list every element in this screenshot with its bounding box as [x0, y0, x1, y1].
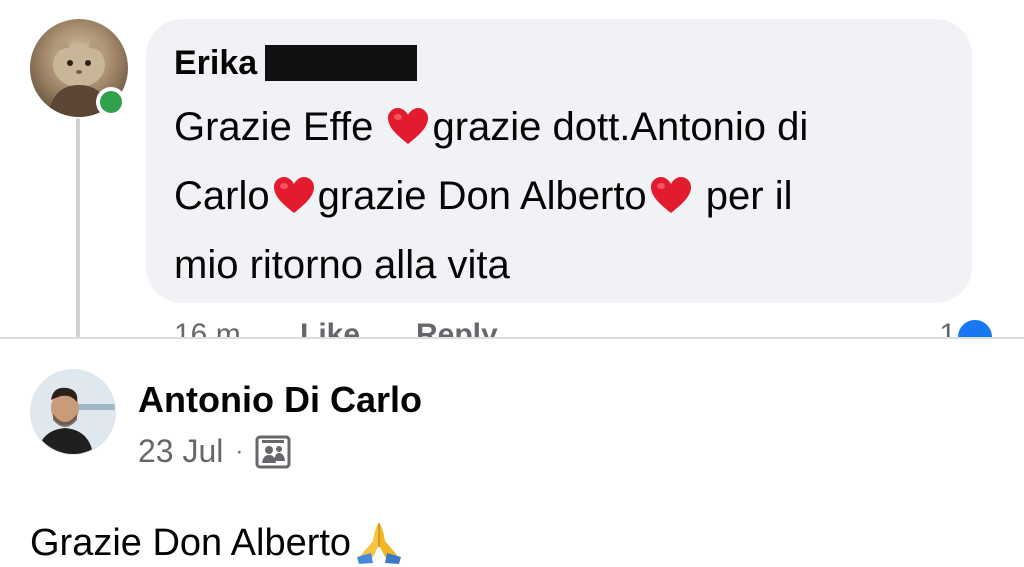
comment-text-segment: per il — [694, 174, 793, 218]
praying-hands-icon — [357, 523, 402, 564]
like-reaction-icon[interactable] — [956, 318, 994, 337]
comment-bubble[interactable]: Erika Grazie Effe grazie dott.Antonio di… — [146, 19, 972, 303]
post-text: Grazie Don Alberto — [30, 517, 405, 565]
comment-text-segment: grazie dott.Antonio di — [432, 105, 809, 149]
red-heart-icon — [650, 177, 691, 213]
comment-text-segment: mio ritorno alla vita — [174, 243, 510, 287]
comment-author-name[interactable]: Erika — [174, 44, 257, 83]
screenshot-stage: Erika Grazie Effe grazie dott.Antonio di… — [0, 0, 1024, 567]
comment-text-segment: grazie Don Alberto — [317, 174, 647, 218]
comment-text: Grazie Effe grazie dott.Antonio di Carlo… — [174, 93, 964, 300]
post-text-content: Grazie Don Alberto — [30, 522, 352, 564]
post-author-avatar[interactable] — [30, 369, 116, 455]
comment-timestamp[interactable]: 16 m — [174, 318, 241, 337]
red-heart-icon — [273, 177, 314, 213]
comment-section: Erika Grazie Effe grazie dott.Antonio di… — [0, 0, 1024, 337]
post-date[interactable]: 23 Jul — [138, 433, 223, 470]
redacted-surname-bar — [265, 45, 418, 81]
reaction-count[interactable]: 1 — [939, 318, 956, 337]
online-status-dot — [96, 87, 126, 117]
comment-actions-row: 16 m Like Reply 1 — [174, 318, 1004, 337]
person-avatar-image — [31, 370, 115, 454]
commenter-avatar-wrap[interactable] — [30, 19, 128, 117]
reply-button[interactable]: Reply — [416, 318, 498, 337]
post-meta: 23 Jul · — [138, 433, 291, 470]
comment-text-segment: Grazie Effe — [174, 105, 385, 149]
thread-line — [76, 118, 80, 337]
meta-separator-dot: · — [235, 437, 244, 465]
like-button[interactable]: Like — [300, 318, 360, 337]
friends-audience-icon[interactable] — [255, 435, 291, 469]
comment-author-row: Erika — [174, 43, 418, 83]
red-heart-icon — [388, 108, 429, 144]
comment-text-segment: Carlo — [174, 174, 270, 218]
post: Antonio Di Carlo 23 Jul · Grazie Don Alb… — [0, 339, 1024, 567]
post-author-name[interactable]: Antonio Di Carlo — [138, 379, 422, 421]
